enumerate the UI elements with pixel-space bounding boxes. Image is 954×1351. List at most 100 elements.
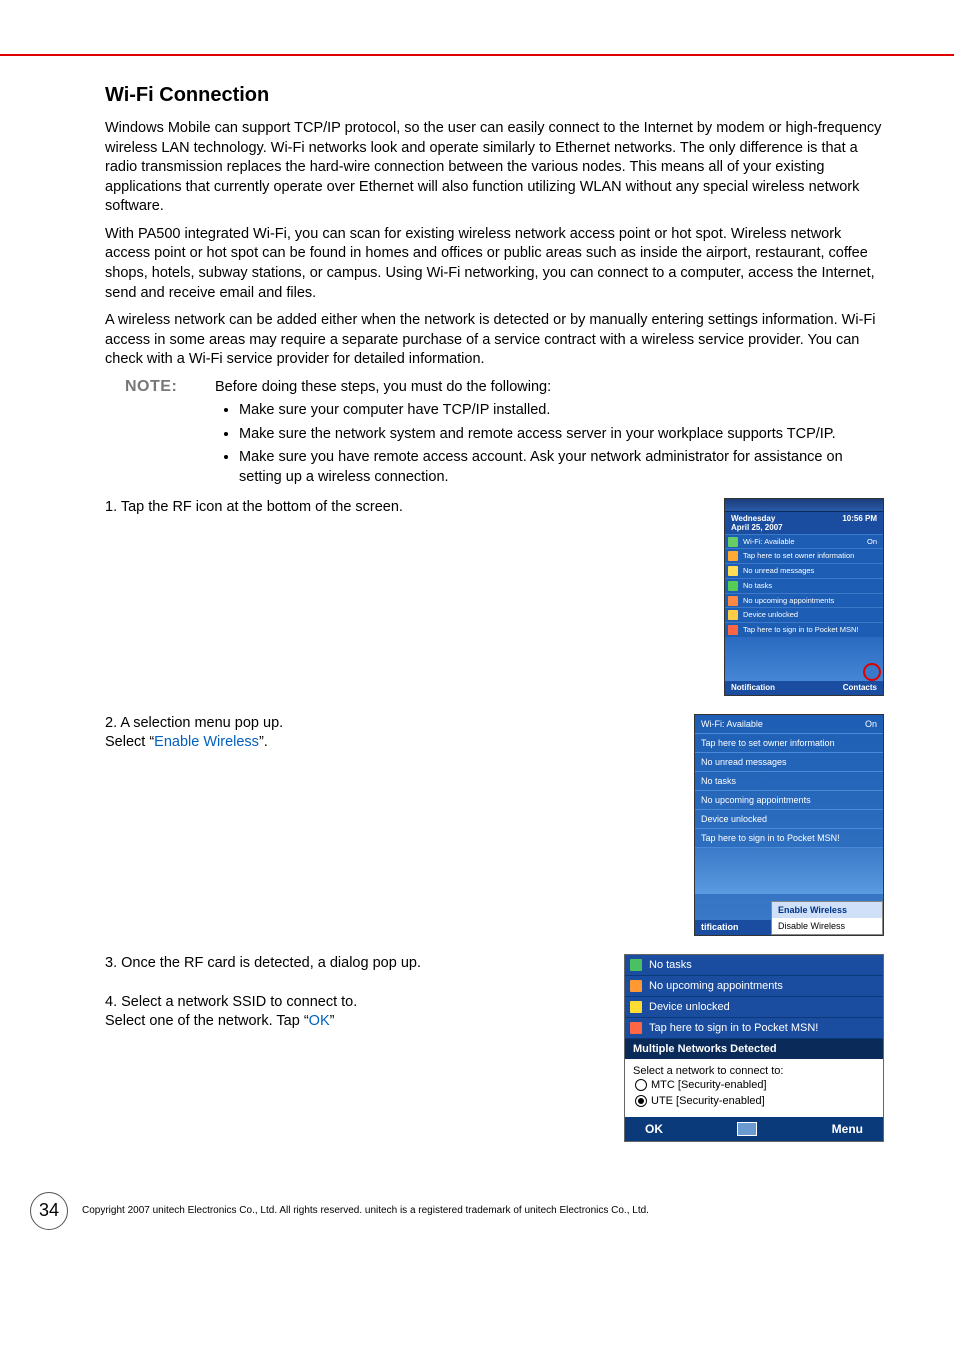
msn-text: Tap here to sign in to Pocket MSN! [649, 1022, 818, 1034]
tasks-row[interactable]: No tasks [725, 578, 883, 593]
owner-text: Tap here to set owner information [743, 551, 854, 560]
msn-row[interactable]: Tap here to sign in to Pocket MSN! [625, 1018, 883, 1039]
paragraph-2: With PA500 integrated Wi-Fi, you can sca… [105, 225, 884, 303]
network-option-mtc[interactable]: MTC [Security-enabled] [633, 1077, 875, 1093]
keyboard-icon[interactable] [737, 1122, 757, 1136]
appts-row[interactable]: No upcoming appointments [695, 791, 883, 810]
body-fill [725, 637, 883, 687]
tasks-text: No tasks [649, 959, 692, 971]
menu-softkey[interactable]: Menu [832, 1122, 863, 1136]
step-4-line-a: 4. Select a network SSID to connect to. [105, 994, 357, 1010]
tasks-row[interactable]: No tasks [695, 772, 883, 791]
wifi-row[interactable]: Wi-Fi: Available On [725, 534, 883, 549]
tasks-text: No tasks [743, 581, 772, 590]
step-1-row: 1. Tap the RF icon at the bottom of the … [105, 498, 884, 696]
owner-row[interactable]: Tap here to set owner information [695, 734, 883, 753]
dialog-body: Select a network to connect to: MTC [Sec… [625, 1059, 883, 1117]
msn-icon [728, 625, 738, 635]
device-screen-3: No tasks No upcoming appointments Device… [624, 954, 884, 1142]
ok-link: OK [309, 1013, 330, 1029]
msn-text: Tap here to sign in to Pocket MSN! [743, 625, 858, 634]
appts-row[interactable]: No upcoming appointments [725, 593, 883, 608]
step-3-text: 3. Once the RF card is detected, a dialo… [105, 955, 421, 971]
calendar-icon [728, 596, 738, 606]
step-4-image: No tasks No upcoming appointments Device… [624, 954, 884, 1142]
left-softkey[interactable]: tification [695, 920, 779, 935]
calendar-icon [630, 980, 642, 992]
softkey-bar: OK Menu [625, 1117, 883, 1141]
dialog-title: Multiple Networks Detected [625, 1039, 883, 1059]
lock-text: Device unlocked [649, 1001, 730, 1013]
wifi-label: Wi-Fi: Available [701, 719, 763, 729]
note-item: Make sure you have remote access account… [239, 448, 884, 487]
wifi-row[interactable]: Wi-Fi: Available On [695, 715, 883, 734]
enable-wireless-link: Enable Wireless [154, 734, 259, 750]
lock-row[interactable]: Device unlocked [695, 810, 883, 829]
date-time: 10:56 PM [842, 514, 877, 532]
appts-text: No upcoming appointments [743, 596, 834, 605]
device-screen-2: Wi-Fi: Available On Tap here to set owne… [694, 714, 884, 936]
page-footer: 34 Copyright 2007 unitech Electronics Co… [0, 1192, 954, 1260]
section-heading: Wi-Fi Connection [105, 84, 884, 107]
wifi-label: Wi-Fi: Available [743, 537, 795, 547]
step-2-image: Wi-Fi: Available On Tap here to set owne… [694, 714, 884, 936]
wireless-popup-menu: Enable Wireless Disable Wireless [771, 901, 883, 935]
paragraph-1: Windows Mobile can support TCP/IP protoc… [105, 119, 884, 217]
date-bar: WednesdayApril 25, 2007 10:56 PM [725, 512, 883, 534]
appts-row[interactable]: No upcoming appointments [625, 976, 883, 997]
step-2-text: 2. A selection menu pop up. Select “Enab… [105, 714, 694, 753]
page-number: 34 [30, 1192, 68, 1230]
step-4-line-b: Select one of the network. Tap “ [105, 1013, 309, 1029]
wifi-status: On [865, 719, 877, 729]
messages-row[interactable]: No unread messages [695, 753, 883, 772]
page-content: Wi-Fi Connection Windows Mobile can supp… [0, 56, 954, 1142]
step-1-image: WednesdayApril 25, 2007 10:56 PM Wi-Fi: … [724, 498, 884, 696]
radio-icon [635, 1079, 647, 1091]
step-2-line-c: ”. [259, 734, 268, 750]
lock-row[interactable]: Device unlocked [725, 607, 883, 622]
messages-text: No unread messages [743, 566, 814, 575]
paragraph-3: A wireless network can be added either w… [105, 311, 884, 370]
note-intro: Before doing these steps, you must do th… [215, 379, 551, 395]
copyright-text: Copyright 2007 unitech Electronics Co., … [82, 1205, 649, 1216]
note-list: Make sure your computer have TCP/IP inst… [215, 401, 884, 487]
appts-text: No upcoming appointments [649, 980, 783, 992]
network-option-ute[interactable]: UTE [Security-enabled] [633, 1093, 875, 1109]
device-screen-1: WednesdayApril 25, 2007 10:56 PM Wi-Fi: … [724, 498, 884, 696]
step-1-text: 1. Tap the RF icon at the bottom of the … [105, 498, 724, 518]
rf-icon-highlight[interactable] [863, 663, 881, 681]
tasks-icon [630, 959, 642, 971]
step-2-line-a: 2. A selection menu pop up. [105, 715, 283, 731]
step-4-line-c: ” [330, 1013, 335, 1029]
network-label: MTC [Security-enabled] [651, 1079, 767, 1091]
owner-row[interactable]: Tap here to set owner information [725, 548, 883, 563]
ok-softkey[interactable]: OK [645, 1122, 663, 1136]
tasks-row[interactable]: No tasks [625, 955, 883, 976]
body-fill [695, 848, 883, 894]
mail-icon [728, 566, 738, 576]
note-item: Make sure the network system and remote … [239, 425, 884, 445]
note-label: NOTE: [125, 378, 215, 492]
radio-icon [635, 1095, 647, 1107]
dialog-prompt: Select a network to connect to: [633, 1065, 875, 1077]
step-3-4-text: 3. Once the RF card is detected, a dialo… [105, 954, 624, 1032]
messages-row[interactable]: No unread messages [725, 563, 883, 578]
lock-row[interactable]: Device unlocked [625, 997, 883, 1018]
softkey-bar: Notification Contacts [725, 681, 883, 695]
tasks-icon [728, 581, 738, 591]
right-softkey[interactable]: Contacts [843, 683, 877, 692]
lock-text: Device unlocked [743, 610, 798, 619]
msn-row[interactable]: Tap here to sign in to Pocket MSN! [695, 829, 883, 848]
owner-icon [728, 551, 738, 561]
disable-wireless-item[interactable]: Disable Wireless [772, 918, 882, 934]
left-softkey[interactable]: Notification [731, 683, 775, 692]
msn-row[interactable]: Tap here to sign in to Pocket MSN! [725, 622, 883, 637]
status-bar [725, 499, 883, 512]
step-2-line-b: Select “ [105, 734, 154, 750]
date-day: WednesdayApril 25, 2007 [731, 514, 783, 532]
note-body: Before doing these steps, you must do th… [215, 378, 884, 492]
lock-icon [630, 1001, 642, 1013]
network-label: UTE [Security-enabled] [651, 1095, 765, 1107]
step-3-4-row: 3. Once the RF card is detected, a dialo… [105, 954, 884, 1142]
enable-wireless-item[interactable]: Enable Wireless [772, 902, 882, 918]
